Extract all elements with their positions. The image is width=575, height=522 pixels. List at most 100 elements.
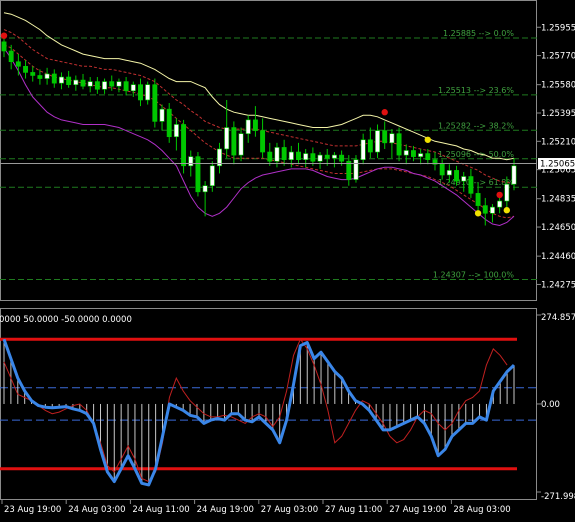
price-tick-label: 1.25580 [541, 81, 575, 91]
bull-candle-body [489, 206, 495, 214]
bear-candle-body [367, 139, 373, 153]
bull-candle-body [188, 156, 194, 167]
bear-candle-body [454, 170, 459, 182]
fib-label: 1.24307 --> 100.0% [433, 271, 515, 280]
bull-candle-body [173, 124, 179, 138]
bull-candle-body [209, 165, 215, 187]
bull-candle-body [288, 151, 294, 160]
bull-candle-body [202, 185, 208, 193]
bull-candle-body [224, 127, 230, 150]
time-tick-label: 27 Aug 03:00 [261, 505, 318, 515]
osc-tick-label: 0.00 [541, 400, 560, 410]
bear-candle-body [482, 205, 488, 214]
time-tick-label: 27 Aug 11:00 [325, 505, 382, 515]
bull-candle-body [73, 79, 79, 85]
bear-candle-body [382, 130, 388, 144]
bear-candle-body [123, 81, 129, 92]
bear-candle-body [8, 50, 14, 63]
bull-candle-body [317, 154, 323, 162]
bull-candle-body [511, 165, 517, 185]
bull-candle-body [360, 139, 366, 160]
time-tick-label: 28 Aug 03:00 [453, 505, 510, 515]
bear-candle-body [310, 153, 316, 162]
bear-candle-body [475, 193, 481, 206]
bear-candle-body [152, 84, 158, 122]
bear-candle-body [252, 119, 258, 131]
bull-candle-body [59, 76, 64, 84]
time-tick-label: 24 Aug 03:00 [68, 505, 125, 515]
bear-candle-body [281, 147, 287, 160]
bear-candle-body [80, 79, 86, 87]
osc-tick-label: -271.998 [541, 492, 575, 502]
fib-label: 1.25282 --> 38.2% [438, 121, 514, 130]
red-signal-dot [496, 191, 503, 199]
time-tick-label: 27 Aug 19:00 [389, 505, 446, 515]
yellow-signal-dot [424, 136, 432, 143]
fib-label: 1.25096 --> 50.0% [438, 150, 514, 159]
bear-candle-body [30, 72, 36, 76]
bear-candle-body [37, 75, 43, 79]
bear-candle-body [181, 124, 187, 167]
bull-candle-body [159, 108, 165, 122]
price-tick-label: 1.24460 [541, 252, 575, 262]
bull-candle-body [238, 133, 244, 156]
bull-candle-body [44, 73, 50, 79]
price-tick-label: 1.24275 [541, 280, 575, 290]
bull-candle-body [274, 147, 280, 162]
price-tick-label: 1.25395 [541, 109, 575, 119]
bear-candle-body [439, 163, 445, 176]
oscillator-header: 0000 50.0000 -50.0000 0.0000 [0, 315, 132, 325]
bear-candle-body [296, 151, 301, 160]
yellow-signal-dot [503, 207, 511, 214]
bull-candle-body [497, 200, 503, 208]
bull-candle-body [461, 176, 467, 182]
price-tick-label: 1.25210 [541, 137, 575, 147]
bull-candle-body [403, 150, 409, 156]
chart-svg: 1.25885 --> 0.0% 1.25513 --> 23.6% 1.25282… [0, 0, 575, 518]
time-tick-label: 24 Aug 11:00 [132, 505, 189, 515]
bull-candle-body [353, 159, 359, 180]
bear-candle-body [324, 154, 330, 159]
bull-candle-body [331, 154, 337, 159]
bull-candle-body [145, 84, 151, 101]
price-tick-label: 1.25770 [541, 52, 575, 62]
current-price-label: 1.25065 [540, 160, 575, 170]
chart-background [0, 0, 575, 518]
bear-candle-body [425, 153, 431, 160]
bull-candle-body [446, 170, 452, 176]
bull-candle-body [130, 84, 136, 92]
bull-candle-body [102, 81, 108, 90]
time-tick-label: 23 Aug 19:00 [4, 505, 61, 515]
bear-candle-body [23, 65, 29, 73]
bear-candle-body [260, 130, 266, 153]
yellow-signal-dot [474, 210, 482, 217]
bear-candle-body [195, 156, 201, 193]
fib-label: 1.25885 --> 0.0% [443, 29, 514, 38]
bear-candle-body [66, 76, 72, 85]
osc-tick-label: 274.857 [541, 313, 575, 323]
bear-candle-body [231, 127, 237, 156]
time-tick-label: 24 Aug 19:00 [197, 505, 254, 515]
bear-candle-body [267, 151, 273, 162]
bull-candle-body [418, 153, 424, 157]
bear-candle-body [94, 81, 100, 90]
price-tick-label: 1.24650 [541, 223, 575, 233]
bull-candle-body [116, 81, 122, 87]
bull-candle-body [245, 119, 251, 134]
bear-candle-body [51, 73, 57, 84]
bear-candle-body [109, 81, 115, 87]
bear-candle-body [1, 41, 7, 52]
trading-terminal-chart: 1.25885 --> 0.0% 1.25513 --> 23.6% 1.25282… [0, 0, 575, 518]
bear-candle-body [15, 61, 21, 67]
bull-candle-body [87, 81, 93, 87]
bear-candle-body [468, 176, 474, 194]
bear-candle-body [410, 150, 416, 157]
red-signal-dot [0, 32, 8, 39]
bear-candle-body [396, 133, 402, 156]
bull-candle-body [303, 153, 309, 160]
bear-candle-body [339, 154, 345, 162]
bear-candle-body [138, 84, 143, 101]
bear-candle-body [166, 108, 172, 138]
fib-label: 1.25513 --> 23.6% [438, 86, 514, 95]
bull-candle-body [375, 130, 380, 153]
